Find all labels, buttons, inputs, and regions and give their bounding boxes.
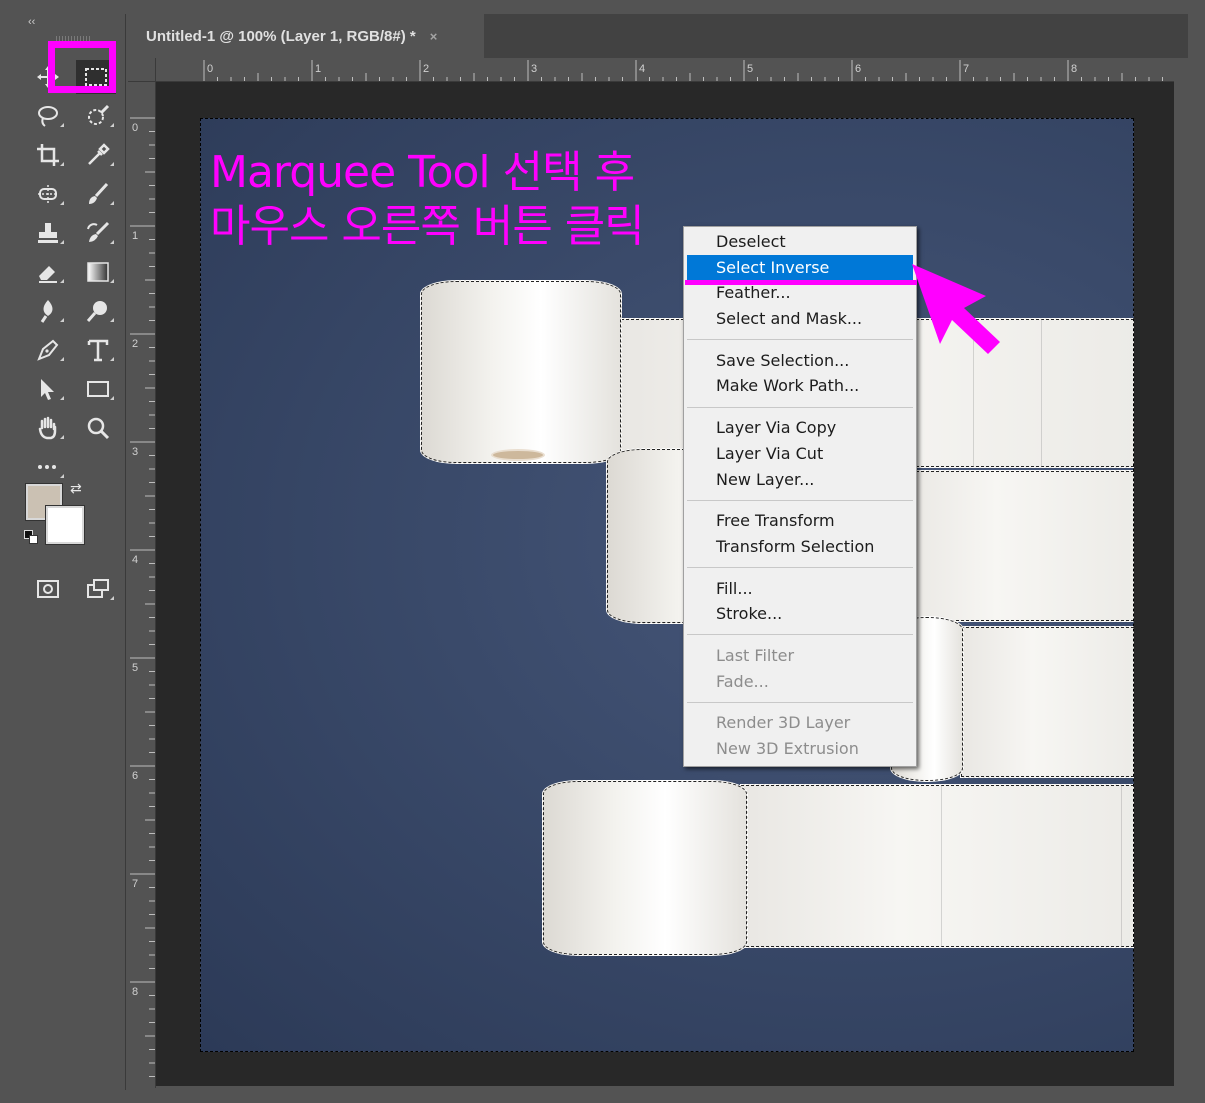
- ruler-label: 1: [132, 230, 138, 242]
- menu-item-make-work-path[interactable]: Make Work Path...: [684, 373, 916, 399]
- menu-item-select-and-mask[interactable]: Select and Mask...: [684, 306, 916, 332]
- gradient-tool-icon[interactable]: [78, 255, 118, 289]
- ruler-label: 8: [1071, 63, 1077, 75]
- vertical-ruler[interactable]: 0 1 2 3 4 5 6 7 8: [128, 82, 156, 1088]
- menu-item-save-selection[interactable]: Save Selection...: [684, 348, 916, 374]
- pointer-arrow-icon: [912, 264, 1000, 354]
- menu-separator: [687, 499, 913, 501]
- blur-tool-icon[interactable]: [28, 294, 68, 328]
- document-tab-bar: Untitled-1 @ 100% (Layer 1, RGB/8#) * ×: [128, 14, 1188, 58]
- menu-item-deselect[interactable]: Deselect: [684, 229, 916, 255]
- eraser-tool-icon[interactable]: [28, 255, 68, 289]
- menu-item-select-inverse[interactable]: Select Inverse: [687, 254, 913, 281]
- menu-item-render-3d-layer: Render 3D Layer: [716, 713, 851, 733]
- bottom-edge: [0, 1090, 1205, 1103]
- ruler-label: 7: [132, 878, 138, 890]
- menu-separator: [687, 339, 913, 341]
- menu-item-new-layer[interactable]: New Layer...: [684, 467, 916, 493]
- quick-selection-tool-icon[interactable]: [78, 99, 118, 133]
- menu-item-layer-via-cut[interactable]: Layer Via Cut: [684, 441, 916, 467]
- tools-panel: ‹‹: [20, 14, 126, 1090]
- zoom-tool-icon[interactable]: [78, 411, 118, 445]
- annotation-line-2: 마우스 오른쪽 버튼 클릭: [210, 201, 645, 252]
- menu-item-free-transform[interactable]: Free Transform: [684, 508, 916, 534]
- path-selection-tool-icon[interactable]: [28, 372, 68, 406]
- crop-tool-icon[interactable]: [28, 138, 68, 172]
- rectangle-tool-icon[interactable]: [78, 372, 118, 406]
- spot-healing-tool-icon[interactable]: [28, 177, 68, 211]
- ruler-label: 4: [132, 554, 138, 566]
- document-tab[interactable]: Untitled-1 @ 100% (Layer 1, RGB/8#) * ×: [128, 14, 484, 58]
- ruler-label: 0: [207, 63, 213, 75]
- default-colors-icon[interactable]: [24, 530, 40, 546]
- pen-tool-icon[interactable]: [28, 333, 68, 367]
- ruler-label: 6: [855, 63, 861, 75]
- annotation-text: Marquee Tool 선택 후 마우스 오른쪽 버튼 클릭: [210, 146, 645, 254]
- menu-item-new-3d-extrusion: New 3D Extrusion: [716, 739, 859, 758]
- marquee-tool-highlight: [48, 41, 116, 93]
- roll-core: [491, 449, 545, 461]
- close-tab-icon[interactable]: ×: [430, 29, 438, 44]
- toilet-paper-roll: [542, 780, 748, 956]
- ruler-label: 2: [132, 338, 138, 350]
- paper-strip: [900, 470, 1134, 622]
- ruler-label: 5: [747, 63, 753, 75]
- lasso-tool-icon[interactable]: [28, 99, 68, 133]
- menu-separator: [687, 406, 913, 408]
- more-tools-icon[interactable]: [28, 450, 68, 484]
- menu-item-last-filter: Last Filter: [716, 645, 795, 665]
- menu-separator: [687, 701, 913, 703]
- hand-tool-icon[interactable]: [28, 411, 68, 445]
- ruler-label: 1: [315, 63, 321, 75]
- document-tab-title: Untitled-1 @ 100% (Layer 1, RGB/8#) *: [146, 27, 416, 45]
- background-color-swatch[interactable]: [45, 505, 85, 545]
- ruler-label: 3: [132, 446, 138, 458]
- horizontal-ruler[interactable]: 0 1 2 3 4 5 6 7 8: [156, 58, 1174, 82]
- type-tool-icon[interactable]: [78, 333, 118, 367]
- brush-tool-icon[interactable]: [78, 177, 118, 211]
- menu-item-fill[interactable]: Fill...: [684, 576, 916, 602]
- ruler-label: 7: [963, 63, 969, 75]
- collapse-panel-icon[interactable]: ‹‹: [28, 16, 35, 28]
- clone-stamp-tool-icon[interactable]: [28, 216, 68, 250]
- paper-strip: [740, 784, 1134, 948]
- annotation-line-1: Marquee Tool 선택 후: [210, 147, 635, 198]
- context-menu: Deselect Select Inverse Feather... Select a…: [683, 226, 917, 767]
- menu-separator: [687, 634, 913, 636]
- ruler-label: 6: [132, 770, 138, 782]
- ruler-label: 5: [132, 662, 138, 674]
- ruler-origin[interactable]: [128, 58, 156, 82]
- paper-strip: [960, 626, 1134, 778]
- ruler-label: 0: [132, 122, 138, 134]
- screen-mode-icon[interactable]: [78, 572, 118, 606]
- toilet-paper-roll: [420, 280, 622, 464]
- ruler-label: 4: [639, 63, 645, 75]
- ruler-label: 8: [132, 986, 138, 998]
- menu-item-stroke[interactable]: Stroke...: [684, 601, 916, 627]
- photoshop-window: { "document": { "tab_title": "Untitled-1…: [0, 0, 1205, 1103]
- menu-item-layer-via-copy[interactable]: Layer Via Copy: [684, 415, 916, 441]
- highlight-underline: [685, 280, 917, 285]
- swap-colors-icon[interactable]: ⇄: [70, 480, 82, 497]
- right-panel-edge: [1188, 14, 1205, 1090]
- ruler-label: 3: [531, 63, 537, 75]
- eyedropper-tool-icon[interactable]: [78, 138, 118, 172]
- menu-item-transform-selection[interactable]: Transform Selection: [684, 534, 916, 560]
- menu-item-fade: Fade...: [716, 671, 769, 691]
- menu-separator: [687, 567, 913, 569]
- ruler-label: 2: [423, 63, 429, 75]
- quick-mask-icon[interactable]: [28, 572, 68, 606]
- history-brush-tool-icon[interactable]: [78, 216, 118, 250]
- dodge-tool-icon[interactable]: [78, 294, 118, 328]
